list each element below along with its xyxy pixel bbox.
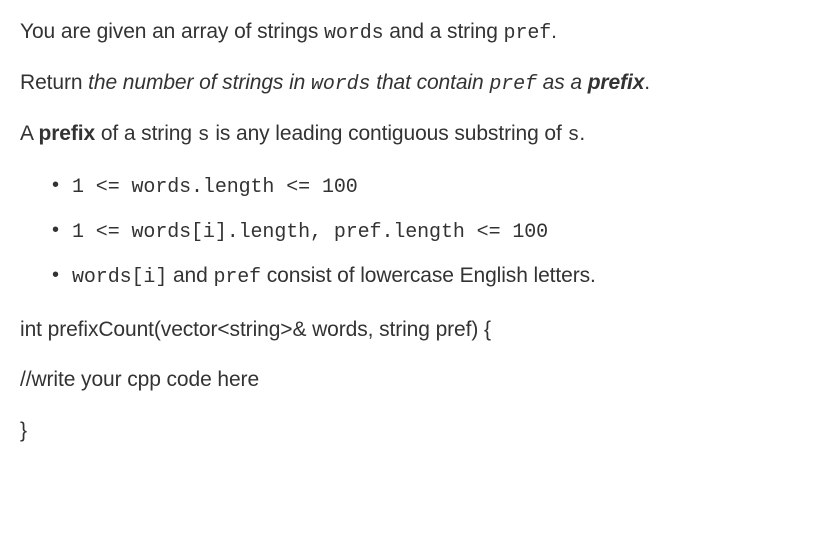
text: Return [20,71,88,94]
function-signature: int prefixCount(vector<string>& words, s… [20,316,820,344]
paragraph-2: Return the number of strings in words th… [20,69,820,98]
code-s: s [567,124,579,147]
code-s: s [198,124,210,147]
text: consist of lowercase English letters. [261,264,596,287]
constraint-code: 1 <= words.length <= 100 [72,176,358,199]
text: . [579,122,585,145]
list-item: words[i] and pref consist of lowercase E… [72,261,820,292]
closing-brace: } [20,417,820,445]
code-comment: //write your cpp code here [20,366,820,394]
text: A [20,122,38,145]
code-pref: pref [504,22,552,45]
text: of a string [95,122,198,145]
constraint-code: words[i] [72,266,167,289]
text-italic: the number of strings in [88,71,311,94]
code-words: words [324,22,384,45]
text-bold-prefix: prefix [38,122,95,145]
code-words: words [311,73,371,96]
text: and a string [384,20,504,43]
text-italic: that contain [370,71,489,94]
text: . [644,71,650,94]
constraint-code: pref [213,266,261,289]
paragraph-3: A prefix of a string s is any leading co… [20,120,820,149]
constraint-code: 1 <= words[i].length, pref.length <= 100 [72,221,548,244]
paragraph-1: You are given an array of strings words … [20,18,820,47]
text-italic: as a [537,71,588,94]
text-bold-prefix: prefix [588,71,645,94]
constraints-list: 1 <= words.length <= 100 1 <= words[i].l… [20,171,820,292]
list-item: 1 <= words[i].length, pref.length <= 100 [72,216,820,247]
code-pref: pref [489,73,537,96]
list-item: 1 <= words.length <= 100 [72,171,820,202]
text: You are given an array of strings [20,20,324,43]
text: . [551,20,557,43]
text: and [167,264,213,287]
text: is any leading contiguous substring of [210,122,568,145]
